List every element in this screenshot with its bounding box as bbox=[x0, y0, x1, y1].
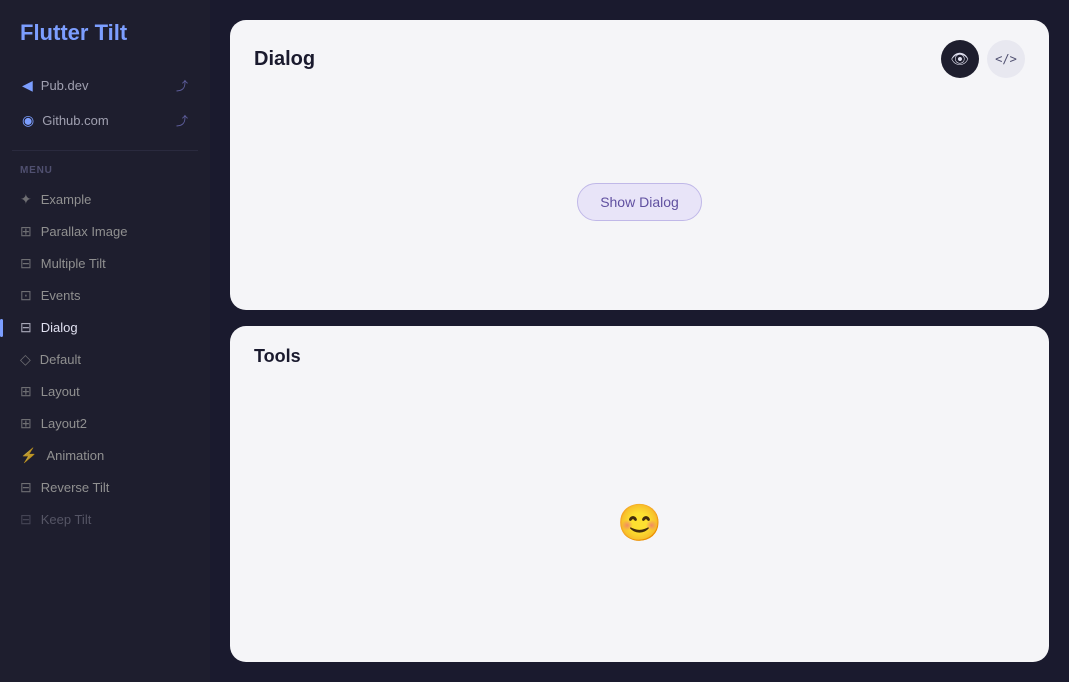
menu-items-list: ✦ Example ⊞ Parallax Image ⊟ Multiple Ti… bbox=[0, 184, 210, 535]
parallax-icon: ⊞ bbox=[20, 223, 32, 240]
parallax-label: Parallax Image bbox=[41, 224, 128, 239]
demo-card: Dialog 👁 </> Show Dialog bbox=[230, 20, 1049, 310]
github-label: Github.com bbox=[42, 113, 108, 128]
tools-card: Tools 😊 bbox=[230, 326, 1049, 662]
example-icon: ✦ bbox=[20, 191, 32, 208]
dialog-icon: ⊟ bbox=[20, 319, 32, 336]
default-icon: ◇ bbox=[20, 351, 31, 368]
logo-text-accent: Tilt bbox=[95, 20, 128, 45]
code-icon: </> bbox=[995, 52, 1017, 66]
smiley-icon: 😊 bbox=[617, 502, 662, 544]
pubdev-label: Pub.dev bbox=[41, 78, 89, 93]
menu-section-label: MENU bbox=[0, 165, 210, 184]
sidebar-link-github[interactable]: ◉ Github.com ⤴ bbox=[12, 105, 198, 136]
github-external-icon: ⤴ bbox=[176, 112, 188, 129]
keep-tilt-label: Keep Tilt bbox=[41, 512, 92, 527]
sidebar-item-layout[interactable]: ⊞ Layout bbox=[8, 376, 202, 407]
default-label: Default bbox=[40, 352, 81, 367]
tools-content-area: 😊 bbox=[230, 383, 1049, 662]
sidebar-item-reverse-tilt[interactable]: ⊟ Reverse Tilt bbox=[8, 472, 202, 503]
layout-label: Layout bbox=[41, 384, 80, 399]
keep-tilt-icon: ⊟ bbox=[20, 511, 32, 528]
example-label: Example bbox=[41, 192, 92, 207]
sidebar-item-layout2[interactable]: ⊞ Layout2 bbox=[8, 408, 202, 439]
layout2-icon: ⊞ bbox=[20, 415, 32, 432]
tools-card-header: Tools bbox=[230, 326, 1049, 383]
demo-card-header: Dialog 👁 </> bbox=[230, 20, 1049, 94]
dialog-label: Dialog bbox=[41, 320, 78, 335]
preview-button[interactable]: 👁 bbox=[941, 40, 979, 78]
sidebar-item-multiple-tilt[interactable]: ⊟ Multiple Tilt bbox=[8, 248, 202, 279]
sidebar-item-dialog[interactable]: ⊟ Dialog bbox=[8, 312, 202, 343]
sidebar: Flutter Tilt ◀ Pub.dev ⤴ ◉ Github.com ⤴ … bbox=[0, 0, 210, 682]
animation-label: Animation bbox=[46, 448, 104, 463]
animation-icon: ⚡ bbox=[20, 447, 37, 464]
sidebar-item-animation[interactable]: ⚡ Animation bbox=[8, 440, 202, 471]
sidebar-item-keep-tilt[interactable]: ⊟ Keep Tilt bbox=[8, 504, 202, 535]
code-button[interactable]: </> bbox=[987, 40, 1025, 78]
sidebar-divider bbox=[12, 150, 198, 151]
eye-icon: 👁 bbox=[950, 50, 969, 68]
pubdev-icon: ◀ bbox=[22, 77, 33, 94]
main-content: Dialog 👁 </> Show Dialog Tools 😊 bbox=[210, 0, 1069, 682]
demo-card-title: Dialog bbox=[254, 48, 315, 71]
sidebar-item-default[interactable]: ◇ Default bbox=[8, 344, 202, 375]
layout2-label: Layout2 bbox=[41, 416, 87, 431]
reverse-tilt-label: Reverse Tilt bbox=[41, 480, 110, 495]
sidebar-external-links: ◀ Pub.dev ⤴ ◉ Github.com ⤴ bbox=[0, 70, 210, 136]
demo-area: Show Dialog bbox=[230, 94, 1049, 310]
events-icon: ⊡ bbox=[20, 287, 32, 304]
demo-card-actions: 👁 </> bbox=[941, 40, 1025, 78]
github-icon: ◉ bbox=[22, 112, 34, 129]
sidebar-link-pubdev[interactable]: ◀ Pub.dev ⤴ bbox=[12, 70, 198, 101]
tools-card-title: Tools bbox=[254, 346, 301, 366]
sidebar-item-events[interactable]: ⊡ Events bbox=[8, 280, 202, 311]
app-logo: Flutter Tilt bbox=[0, 20, 210, 70]
show-dialog-button[interactable]: Show Dialog bbox=[577, 183, 702, 221]
layout-icon: ⊞ bbox=[20, 383, 32, 400]
pubdev-external-icon: ⤴ bbox=[176, 77, 188, 94]
multiple-tilt-label: Multiple Tilt bbox=[41, 256, 106, 271]
sidebar-item-example[interactable]: ✦ Example bbox=[8, 184, 202, 215]
sidebar-item-parallax-image[interactable]: ⊞ Parallax Image bbox=[8, 216, 202, 247]
events-label: Events bbox=[41, 288, 81, 303]
multiple-tilt-icon: ⊟ bbox=[20, 255, 32, 272]
reverse-tilt-icon: ⊟ bbox=[20, 479, 32, 496]
logo-text-plain: Flutter bbox=[20, 20, 95, 45]
